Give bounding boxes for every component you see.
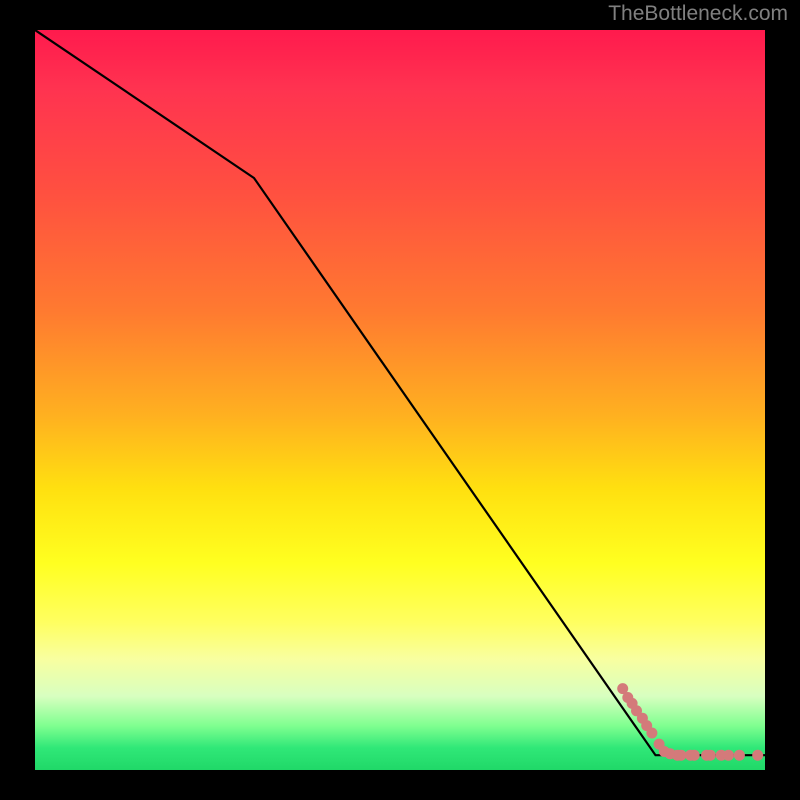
scatter-point — [723, 750, 734, 761]
chart-overlay — [35, 30, 765, 770]
plot-area — [35, 30, 765, 770]
curve-path — [35, 30, 765, 755]
scatter-point — [646, 728, 657, 739]
scatter-point — [734, 750, 745, 761]
scatter-point — [676, 750, 687, 761]
line-series — [35, 30, 765, 755]
watermark-text: TheBottleneck.com — [608, 2, 788, 26]
scatter-point — [689, 750, 700, 761]
scatter-series — [617, 683, 763, 761]
scatter-point — [752, 750, 763, 761]
scatter-point — [705, 750, 716, 761]
